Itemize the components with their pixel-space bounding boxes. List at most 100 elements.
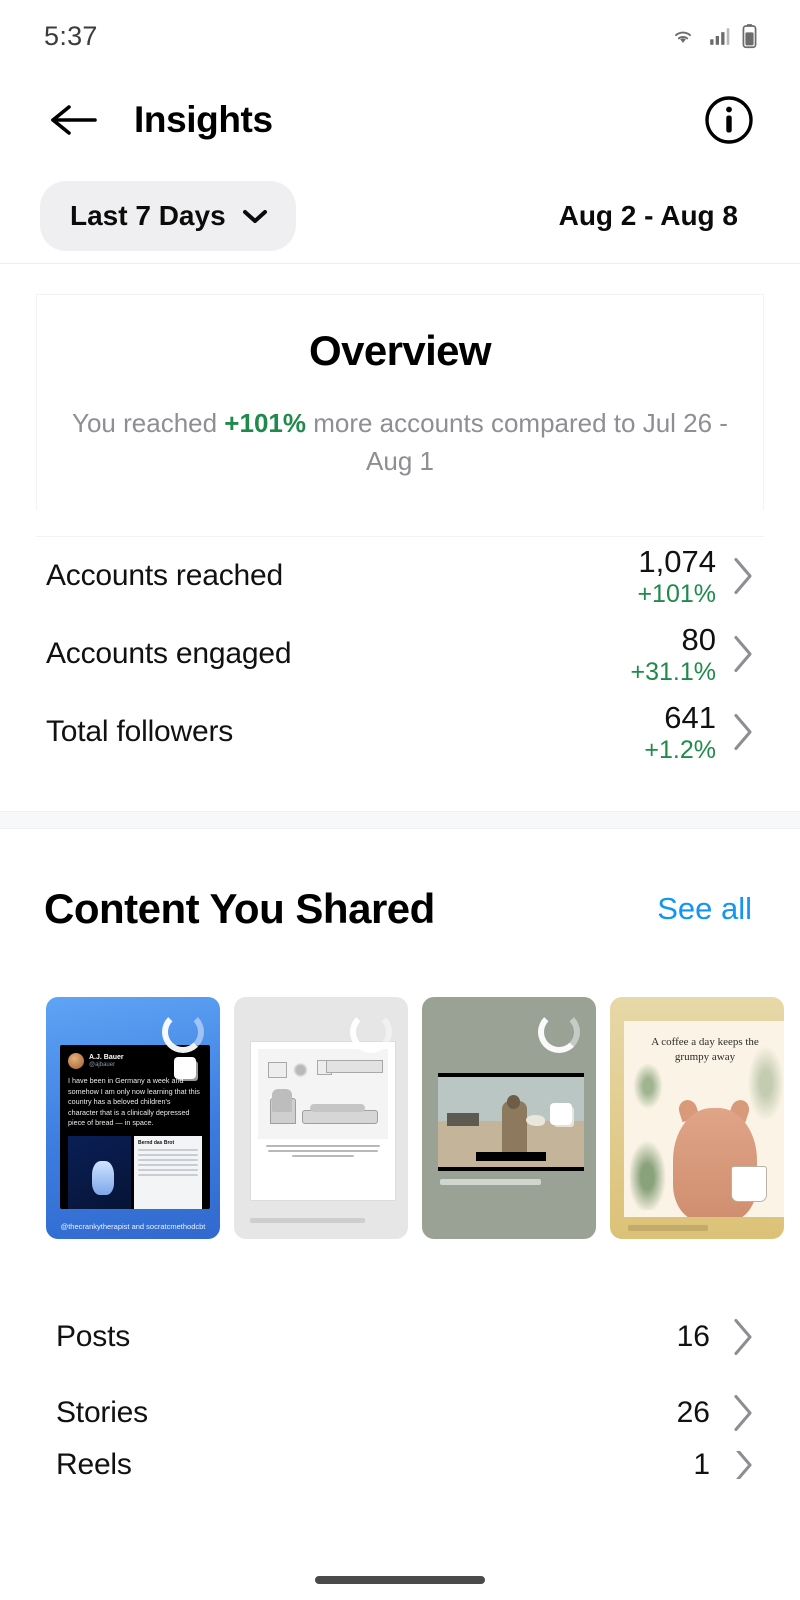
carousel-badge-icon bbox=[550, 1103, 572, 1125]
thumbnail-caption bbox=[440, 1179, 541, 1185]
person-head bbox=[507, 1095, 520, 1109]
chevron-right-icon bbox=[730, 1393, 756, 1433]
content-row-right: 26 bbox=[677, 1393, 756, 1433]
carousel-badge-icon bbox=[174, 1057, 196, 1079]
therapist-figure bbox=[272, 1089, 292, 1112]
avatar bbox=[68, 1053, 84, 1069]
metric-right: 80 +31.1% bbox=[631, 623, 757, 686]
date-range-text: Aug 2 - Aug 8 bbox=[559, 200, 760, 232]
app-header: Insights bbox=[0, 72, 800, 168]
text-line bbox=[268, 1150, 377, 1152]
patient-figure bbox=[310, 1104, 365, 1112]
status-time: 5:37 bbox=[44, 21, 98, 52]
text-line bbox=[138, 1159, 198, 1161]
metric-delta: +101% bbox=[637, 580, 716, 608]
date-preset-dropdown[interactable]: Last 7 Days bbox=[40, 181, 296, 251]
see-all-link[interactable]: See all bbox=[657, 891, 752, 927]
plant bbox=[292, 1061, 309, 1079]
metric-values: 641 +1.2% bbox=[644, 701, 716, 764]
metric-values: 1,074 +101% bbox=[637, 545, 716, 608]
overview-summary: You reached +101% more accounts compared… bbox=[37, 405, 763, 480]
metric-label: Total followers bbox=[46, 715, 233, 749]
text-line bbox=[266, 1145, 380, 1147]
battery-icon bbox=[741, 23, 758, 49]
content-row-label: Posts bbox=[56, 1320, 130, 1354]
content-row-value: 1 bbox=[693, 1451, 710, 1479]
text-line bbox=[138, 1154, 198, 1156]
status-icons bbox=[669, 23, 758, 49]
content-thumbnail-cat-coffee[interactable]: A coffee a day keeps the grumpy away bbox=[610, 997, 784, 1239]
chevron-right-icon bbox=[730, 712, 756, 752]
content-shared-header: Content You Shared See all bbox=[0, 829, 800, 933]
content-row-right: 1 bbox=[693, 1451, 756, 1479]
tweet-article-preview: Bernd das Brot bbox=[134, 1136, 202, 1210]
coffee-mug bbox=[731, 1166, 767, 1201]
tweet-author-handle: @ajbauer bbox=[89, 1062, 124, 1069]
cartoon-card bbox=[250, 1041, 396, 1201]
arrow-left-icon bbox=[47, 100, 101, 140]
content-thumbnail-carousel[interactable]: A.J. Bauer @ajbauer I have been in Germa… bbox=[0, 933, 800, 1239]
overview-summary-prefix: You reached bbox=[72, 408, 224, 438]
chevron-down-icon bbox=[240, 206, 270, 226]
tweet-media: Bernd das Brot bbox=[68, 1136, 202, 1210]
content-row-stories[interactable]: Stories 26 bbox=[56, 1375, 756, 1451]
content-thumbnail-video-beach[interactable] bbox=[422, 997, 596, 1239]
metric-values: 80 +31.1% bbox=[631, 623, 717, 686]
thumbnail-caption: @thecrankytherapist and socratcmethodcbt bbox=[46, 1222, 220, 1231]
foliage bbox=[630, 1127, 672, 1209]
text-line bbox=[138, 1164, 198, 1166]
poster-card: A coffee a day keeps the grumpy away bbox=[624, 1021, 784, 1217]
subtitle-bar bbox=[476, 1152, 546, 1161]
info-circle-icon bbox=[701, 92, 757, 148]
text-line bbox=[138, 1174, 198, 1176]
metric-delta: +31.1% bbox=[631, 658, 717, 686]
metric-row-accounts-reached[interactable]: Accounts reached 1,074 +101% bbox=[36, 537, 764, 615]
metric-value: 80 bbox=[631, 623, 717, 658]
content-thumbnail-tweet-germany[interactable]: A.J. Bauer @ajbauer I have been in Germa… bbox=[46, 997, 220, 1239]
content-row-label: Stories bbox=[56, 1396, 148, 1430]
back-button[interactable] bbox=[44, 90, 104, 150]
chevron-right-icon bbox=[730, 634, 756, 674]
tweet-video-still bbox=[68, 1136, 131, 1210]
thumbnail-caption bbox=[628, 1225, 708, 1231]
groyne bbox=[447, 1113, 479, 1126]
person-figure bbox=[502, 1101, 527, 1157]
metric-delta: +1.2% bbox=[644, 736, 716, 764]
metric-right: 1,074 +101% bbox=[637, 545, 756, 608]
content-shared-title: Content You Shared bbox=[44, 885, 435, 933]
content-row-label: Reels bbox=[56, 1451, 132, 1479]
metric-right: 641 +1.2% bbox=[644, 701, 756, 764]
metric-value: 1,074 bbox=[637, 545, 716, 580]
chevron-right-icon bbox=[730, 556, 756, 596]
metric-row-total-followers[interactable]: Total followers 641 +1.2% bbox=[36, 693, 764, 771]
wifi-icon bbox=[669, 25, 697, 47]
home-indicator bbox=[315, 1576, 485, 1584]
cartoon-illustration bbox=[258, 1049, 388, 1138]
overview-card: Overview You reached +101% more accounts… bbox=[36, 294, 764, 510]
loading-spinner-icon bbox=[538, 1011, 580, 1053]
thumbnail-caption bbox=[250, 1218, 365, 1223]
cellular-signal-icon bbox=[707, 25, 731, 47]
foliage bbox=[741, 1041, 784, 1135]
overview-section: Overview You reached +101% more accounts… bbox=[0, 294, 800, 771]
content-row-posts[interactable]: Posts 16 bbox=[56, 1299, 756, 1375]
tweet-author-name: A.J. Bauer bbox=[89, 1054, 124, 1062]
content-type-list: Posts 16 Stories 26 Reels 1 bbox=[56, 1299, 756, 1479]
text-line bbox=[138, 1149, 198, 1151]
overview-metrics-list: Accounts reached 1,074 +101% Accounts en… bbox=[36, 536, 764, 771]
date-range-bar: Last 7 Days Aug 2 - Aug 8 bbox=[0, 168, 800, 264]
overview-title: Overview bbox=[37, 321, 763, 405]
foliage bbox=[627, 1053, 669, 1120]
date-preset-label: Last 7 Days bbox=[70, 200, 226, 232]
text-line bbox=[292, 1155, 354, 1157]
wall-frame bbox=[268, 1062, 286, 1078]
chevron-right-icon bbox=[730, 1451, 756, 1479]
content-thumbnail-cartoon-therapy[interactable] bbox=[234, 997, 408, 1239]
content-row-value: 26 bbox=[677, 1396, 710, 1430]
metric-row-accounts-engaged[interactable]: Accounts engaged 80 +31.1% bbox=[36, 615, 764, 693]
content-row-reels[interactable]: Reels 1 bbox=[56, 1451, 756, 1479]
info-button[interactable] bbox=[698, 89, 760, 151]
metric-value: 641 bbox=[644, 701, 716, 736]
couch bbox=[302, 1110, 377, 1124]
overview-summary-percent: +101% bbox=[224, 408, 306, 438]
